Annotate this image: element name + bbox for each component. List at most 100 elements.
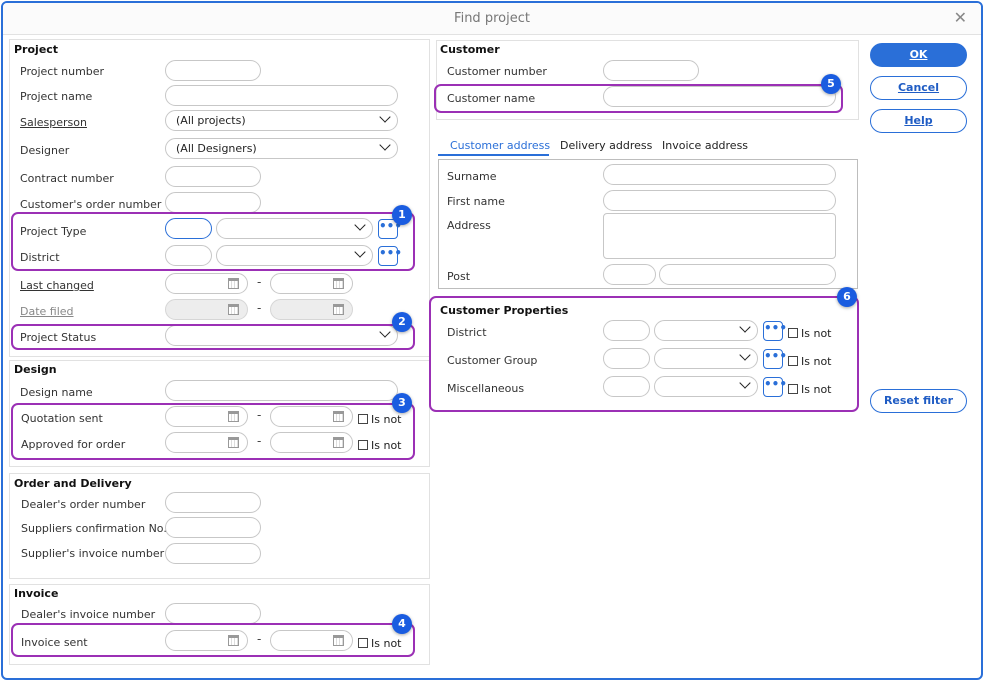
is-not-label: Is not	[371, 439, 402, 452]
last-changed-from-input[interactable]	[165, 273, 248, 294]
quotation-sent-from-input[interactable]	[165, 406, 248, 427]
customer-heading: Customer	[440, 43, 500, 56]
chevron-down-icon	[739, 349, 751, 361]
properties-district-is-not-checkbox[interactable]	[788, 328, 798, 338]
project-number-label: Project number	[20, 65, 105, 78]
project-name-input[interactable]	[165, 85, 398, 106]
calendar-icon[interactable]	[228, 411, 239, 422]
design-name-label: Design name	[20, 386, 93, 399]
calendar-icon	[333, 304, 344, 315]
calendar-icon[interactable]	[333, 635, 344, 646]
chevron-down-icon	[354, 219, 366, 231]
salesperson-value: (All projects)	[176, 114, 246, 127]
ok-button[interactable]: OK	[870, 43, 967, 67]
customer-group-is-not-checkbox[interactable]	[788, 356, 798, 366]
district-select[interactable]	[216, 245, 373, 266]
properties-district-more-button[interactable]: •••	[763, 321, 787, 341]
last-changed-to-input[interactable]	[270, 273, 353, 294]
calendar-icon[interactable]	[228, 437, 239, 448]
contract-number-input[interactable]	[165, 166, 261, 187]
approved-is-not-checkbox[interactable]	[358, 440, 368, 450]
date-filed-label: Date filed	[20, 305, 74, 318]
project-status-select[interactable]	[165, 325, 398, 346]
miscellaneous-is-not-checkbox[interactable]	[788, 384, 798, 394]
contract-number-label: Contract number	[20, 172, 114, 185]
post-code-input[interactable]	[603, 264, 656, 285]
chevron-down-icon	[739, 377, 751, 389]
range-separator: -	[257, 408, 262, 422]
customer-group-label: Customer Group	[447, 354, 538, 367]
approved-to-input[interactable]	[270, 432, 353, 453]
tab-invoice-address[interactable]: Invoice address	[662, 139, 748, 152]
tab-delivery-address[interactable]: Delivery address	[560, 139, 652, 152]
range-separator: -	[257, 275, 262, 289]
supplier-invoice-number-input[interactable]	[165, 543, 261, 564]
suppliers-confirmation-input[interactable]	[165, 517, 261, 538]
help-button[interactable]: Help	[870, 109, 967, 133]
address-label: Address	[447, 219, 491, 232]
badge-2: 2	[392, 312, 412, 332]
district-code-input[interactable]	[165, 245, 212, 266]
post-city-input[interactable]	[659, 264, 836, 285]
properties-district-select[interactable]	[654, 320, 758, 341]
miscellaneous-more-button[interactable]: •••	[763, 377, 787, 397]
badge-4: 4	[392, 614, 412, 634]
project-type-label: Project Type	[20, 225, 87, 238]
project-heading: Project	[14, 43, 59, 56]
first-name-label: First name	[447, 195, 505, 208]
invoice-panel	[9, 584, 430, 665]
project-status-label: Project Status	[20, 331, 97, 344]
design-heading: Design	[14, 363, 57, 376]
customer-number-input[interactable]	[603, 60, 699, 81]
chevron-down-icon	[739, 321, 751, 333]
customer-order-number-input[interactable]	[165, 192, 261, 213]
customer-group-code-input[interactable]	[603, 348, 650, 369]
miscellaneous-code-input[interactable]	[603, 376, 650, 397]
properties-district-code-input[interactable]	[603, 320, 650, 341]
invoice-sent-to-input[interactable]	[270, 630, 353, 651]
suppliers-confirmation-label: Suppliers confirmation No.	[21, 522, 167, 535]
address-textarea[interactable]	[603, 213, 836, 259]
approved-from-input[interactable]	[165, 432, 248, 453]
approved-for-order-label: Approved for order	[21, 438, 126, 451]
project-type-code-input[interactable]	[165, 218, 212, 239]
tab-customer-address[interactable]: Customer address	[450, 139, 550, 152]
calendar-icon[interactable]	[228, 278, 239, 289]
salesperson-label: Salesperson	[20, 116, 87, 129]
invoice-sent-from-input[interactable]	[165, 630, 248, 651]
quotation-sent-is-not-checkbox[interactable]	[358, 414, 368, 424]
range-separator: -	[257, 301, 262, 315]
district-label: District	[20, 251, 60, 264]
miscellaneous-select[interactable]	[654, 376, 758, 397]
calendar-icon[interactable]	[333, 437, 344, 448]
district-more-button[interactable]: •••	[378, 246, 402, 266]
dealer-order-number-input[interactable]	[165, 492, 261, 513]
calendar-icon[interactable]	[228, 635, 239, 646]
quotation-sent-to-input[interactable]	[270, 406, 353, 427]
designer-select[interactable]: (All Designers)	[165, 138, 398, 159]
customer-group-more-button[interactable]: •••	[763, 349, 787, 369]
dealer-invoice-number-input[interactable]	[165, 603, 261, 624]
range-separator: -	[257, 434, 262, 448]
customer-group-select[interactable]	[654, 348, 758, 369]
customer-name-input[interactable]	[603, 86, 836, 107]
first-name-input[interactable]	[603, 190, 836, 211]
chevron-down-icon	[379, 139, 391, 151]
calendar-icon[interactable]	[333, 411, 344, 422]
cancel-button[interactable]: Cancel	[870, 76, 967, 100]
customer-name-label: Customer name	[447, 92, 536, 105]
badge-5: 5	[821, 74, 841, 94]
design-name-input[interactable]	[165, 380, 398, 401]
badge-6: 6	[837, 287, 857, 307]
calendar-icon[interactable]	[333, 278, 344, 289]
close-icon[interactable]: ✕	[954, 8, 967, 27]
project-number-input[interactable]	[165, 60, 261, 81]
is-not-label: Is not	[801, 383, 832, 396]
invoice-sent-is-not-checkbox[interactable]	[358, 638, 368, 648]
chevron-down-icon	[379, 111, 391, 123]
surname-input[interactable]	[603, 164, 836, 185]
chevron-down-icon	[379, 326, 391, 338]
project-type-select[interactable]	[216, 218, 373, 239]
salesperson-select[interactable]: (All projects)	[165, 110, 398, 131]
reset-filter-button[interactable]: Reset filter	[870, 389, 967, 413]
